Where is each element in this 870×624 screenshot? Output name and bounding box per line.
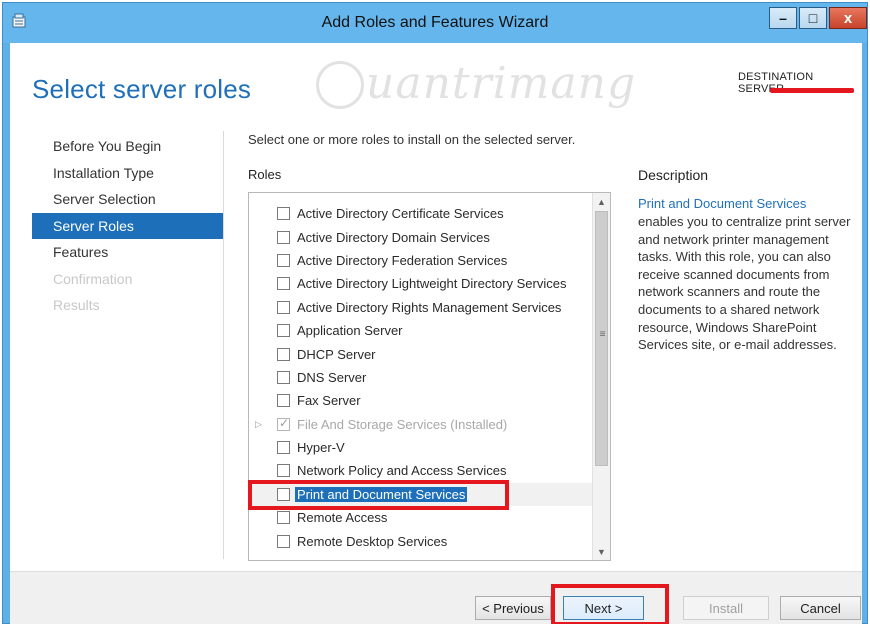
role-label: Hyper-V: [297, 440, 345, 456]
cancel-button[interactable]: Cancel: [780, 596, 861, 620]
role-row[interactable]: Hyper-V: [249, 436, 592, 459]
role-row[interactable]: ▷ File And Storage Services (Installed): [249, 413, 592, 436]
nav-step-confirmation: Confirmation: [53, 270, 133, 287]
description-heading: Description: [638, 167, 709, 183]
previous-button[interactable]: < Previous: [475, 596, 551, 620]
description-title: Print and Document Services: [638, 196, 807, 211]
install-button: Install: [683, 596, 769, 620]
destination-server-redaction: [770, 88, 854, 93]
scroll-down-arrow-icon[interactable]: ▼: [593, 543, 610, 560]
nav-step-installation-type[interactable]: Installation Type: [32, 160, 224, 187]
scroll-up-arrow-icon[interactable]: ▲: [593, 193, 610, 210]
wizard-client-area: uantrimang Select server roles DESTINATI…: [10, 43, 862, 624]
role-row[interactable]: DHCP Server: [249, 342, 592, 365]
role-row[interactable]: Application Server: [249, 319, 592, 342]
window-title: Add Roles and Features Wizard: [321, 14, 549, 31]
role-row[interactable]: Fax Server: [249, 389, 592, 412]
nav-step-server-roles[interactable]: Server Roles: [32, 212, 224, 239]
instruction-text: Select one or more roles to install on t…: [248, 132, 576, 147]
role-checkbox[interactable]: [277, 394, 290, 408]
nav-step-features[interactable]: Features: [32, 239, 224, 266]
expand-arrow-icon[interactable]: ▷: [255, 419, 262, 430]
nav-step-results: Results: [53, 297, 100, 313]
role-label: File And Storage Services (Installed): [297, 416, 508, 432]
highlight-next-button: [551, 584, 669, 624]
maximize-icon: □: [808, 10, 818, 26]
watermark-logo-icon: [316, 61, 364, 109]
nav-divider: [223, 131, 224, 559]
nav-step-server-selection[interactable]: Server Selection: [32, 186, 224, 213]
title-bar[interactable]: Add Roles and Features Wizard – □ x: [3, 3, 867, 43]
role-label: DNS Server: [297, 369, 367, 385]
role-checkbox[interactable]: [277, 347, 290, 361]
role-row[interactable]: Remote Desktop Services: [249, 529, 592, 552]
wizard-steps-nav: Before You Begin Installation Type Serve…: [32, 133, 224, 319]
close-button[interactable]: x: [829, 7, 867, 29]
role-label: Remote Desktop Services: [297, 533, 448, 549]
role-checkbox[interactable]: [277, 534, 290, 548]
minimize-button[interactable]: –: [769, 7, 797, 29]
role-row[interactable]: Active Directory Certificate Services: [249, 202, 592, 225]
role-row[interactable]: Active Directory Rights Management Servi…: [249, 296, 592, 319]
role-checkbox[interactable]: [277, 370, 290, 384]
minimize-icon: –: [779, 10, 787, 26]
role-label: Remote Access: [297, 510, 388, 526]
role-checkbox[interactable]: [277, 511, 290, 525]
role-checkbox[interactable]: [277, 207, 290, 221]
role-label: DHCP Server: [297, 346, 376, 362]
roles-heading: Roles: [248, 167, 282, 182]
role-checkbox: [277, 416, 290, 431]
wizard-window: Add Roles and Features Wizard – □ x uant…: [2, 2, 868, 624]
nav-step-before-you-begin[interactable]: Before You Begin: [32, 133, 224, 160]
page-title: Select server roles: [32, 74, 252, 104]
role-label: Active Directory Certificate Services: [297, 206, 504, 222]
scroll-thumb[interactable]: ≡: [595, 211, 608, 466]
role-checkbox[interactable]: [277, 277, 290, 291]
role-checkbox[interactable]: [277, 464, 290, 478]
role-label: Application Server: [297, 323, 403, 339]
role-row[interactable]: Active Directory Domain Services: [249, 225, 592, 248]
scroll-grip-icon: ≡: [599, 329, 606, 340]
maximize-button[interactable]: □: [799, 7, 827, 29]
role-label: Fax Server: [297, 393, 361, 409]
role-label: Active Directory Domain Services: [297, 229, 490, 245]
role-checkbox[interactable]: [277, 324, 290, 338]
watermark: uantrimang: [366, 58, 637, 109]
roles-scrollbar[interactable]: ▲ ≡ ▼: [592, 193, 610, 560]
role-label: Active Directory Rights Management Servi…: [297, 299, 562, 315]
highlight-print-role: [248, 480, 509, 510]
role-label: Network Policy and Access Services: [297, 463, 507, 479]
role-label: Active Directory Federation Services: [297, 252, 508, 268]
role-row[interactable]: Active Directory Federation Services: [249, 249, 592, 272]
role-checkbox[interactable]: [277, 230, 290, 244]
role-label: Active Directory Lightweight Directory S…: [297, 276, 567, 292]
wizard-footer: < Previous Next > Install Cancel: [10, 571, 862, 624]
role-checkbox[interactable]: [277, 253, 290, 267]
close-icon: x: [843, 9, 853, 27]
role-row[interactable]: Active Directory Lightweight Directory S…: [249, 272, 592, 295]
description-body: enables you to centralize print server a…: [638, 214, 851, 353]
role-checkbox[interactable]: [277, 441, 290, 455]
role-row[interactable]: DNS Server: [249, 366, 592, 389]
role-checkbox[interactable]: [277, 300, 290, 314]
